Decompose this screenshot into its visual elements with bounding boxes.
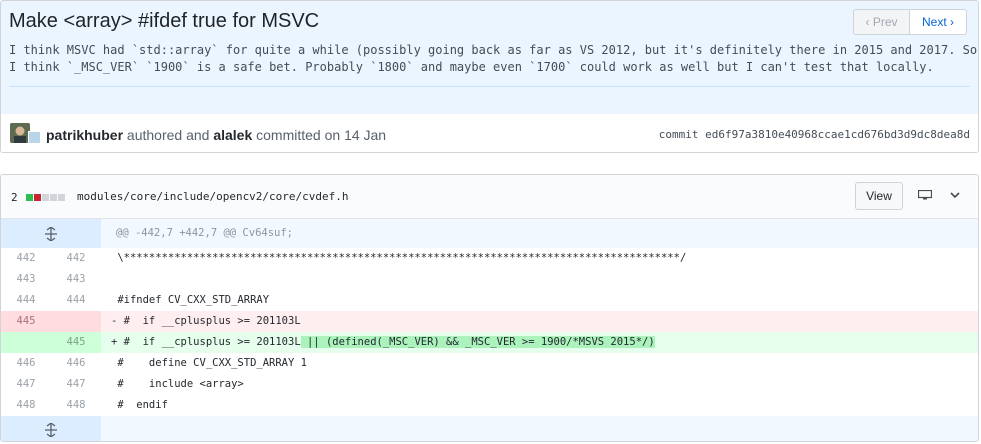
commit-pager: ‹ Prev Next › [853,9,967,35]
diffstat-block [50,194,57,201]
file-header: 2 modules/core/include/opencv2/core/cvde… [1,175,978,219]
diffstat-block [42,194,49,201]
commit-panel: Make <array> #ifdef true for MSVC ‹ Prev… [0,0,979,153]
commit-title: Make <array> #ifdef true for MSVC [9,10,320,32]
commit-description: I think MSVC had `std::array` for quite … [9,42,977,76]
new-line-number[interactable] [51,311,101,332]
code-line: # define CV_CXX_STD_ARRAY 1 [111,357,307,369]
context-line-row: 447 447 # include <array> [1,374,978,395]
commit-description-line-2: I think `_MSC_VER` `1900` is a safe bet.… [9,60,934,74]
committer-avatar[interactable] [28,131,41,144]
new-line-number[interactable]: 445 [51,332,101,353]
commit-attribution: patrikhuber authored and alalek committe… [46,127,386,143]
added-line-row: 445 + # if __cplusplus >= 201103L || (def… [1,332,978,353]
context-line-row: 443 443 [1,269,978,290]
code-line: - # if __cplusplus >= 201103L [101,311,978,332]
unfold-icon [45,226,57,241]
commit-description-line-1: I think MSVC had `std::array` for quite … [9,43,978,57]
prev-button[interactable]: ‹ Prev [853,9,910,35]
file-diff: 2 modules/core/include/opencv2/core/cvde… [0,174,979,442]
new-line-number[interactable]: 448 [51,395,101,416]
code-line: + # if __cplusplus >= 201103L || (define… [101,332,978,353]
new-line-number[interactable]: 447 [51,374,101,395]
file-path[interactable]: modules/core/include/opencv2/core/cvdef.… [77,190,349,203]
view-file-button[interactable]: View [855,182,903,210]
next-button[interactable]: Next › [910,9,967,35]
diffstat [26,194,65,201]
code-line: \***************************************… [111,252,687,264]
old-line-number[interactable]: 446 [1,353,51,374]
author-link[interactable]: patrikhuber [46,127,123,143]
new-line-number[interactable]: 446 [51,353,101,374]
expand-row-filler [101,416,978,441]
old-line-number[interactable]: 447 [1,374,51,395]
chevron-down-icon[interactable] [950,190,960,200]
context-line-row: 446 446 # define CV_CXX_STD_ARRAY 1 [1,353,978,374]
display-icon[interactable] [918,190,932,200]
old-line-number[interactable]: 442 [1,248,51,269]
old-line-number[interactable]: 443 [1,269,51,290]
old-line-number[interactable]: 445 [1,311,51,332]
authored-text: authored and [123,127,214,143]
old-line-number[interactable]: 448 [1,395,51,416]
divider [9,86,970,87]
commit-sha[interactable]: commit ed6f97a3810e40968ccae1cd676bd3d9d… [659,128,970,141]
expand-icon[interactable] [1,416,101,441]
expand-icon[interactable] [1,219,101,248]
code-line: # endif [111,399,168,411]
commit-meta: patrikhuber authored and alalek committe… [1,114,978,152]
author-avatar[interactable] [10,123,30,143]
hunk-header: @@ -442,7 +442,7 @@ Cv64suf; [101,219,978,248]
old-line-number[interactable] [1,332,51,353]
context-line-row: 448 448 # endif [1,395,978,416]
context-line-row: 444 444 #ifndef CV_CXX_STD_ARRAY [1,290,978,311]
code-line: #ifndef CV_CXX_STD_ARRAY [111,294,270,306]
context-line-row: 442 442 \********************************… [1,248,978,269]
diff-table: @@ -442,7 +442,7 @@ Cv64suf; 442 442 \***… [1,219,978,441]
committed-text: committed on 14 Jan [252,127,387,143]
old-line-number[interactable]: 444 [1,290,51,311]
author-avatar-image [10,123,30,143]
hunk-header-row: @@ -442,7 +442,7 @@ Cv64suf; [1,219,978,248]
commit-header: Make <array> #ifdef true for MSVC ‹ Prev… [1,1,978,115]
diffstat-block [58,194,65,201]
unfold-icon [45,423,57,437]
new-line-number[interactable]: 442 [51,248,101,269]
committer-link[interactable]: alalek [213,127,252,143]
diffstat-block [34,194,41,201]
expand-below-row [1,416,978,441]
code-line: # include <array> [111,378,244,390]
deleted-line-row: 445 - # if __cplusplus >= 201103L [1,311,978,332]
diffstat-block [26,194,33,201]
file-change-count: 2 [11,191,18,204]
added-text-highlight: || (defined(_MSC_VER) && _MSC_VER >= 190… [300,336,655,348]
new-line-number[interactable]: 443 [51,269,101,290]
new-line-number[interactable]: 444 [51,290,101,311]
